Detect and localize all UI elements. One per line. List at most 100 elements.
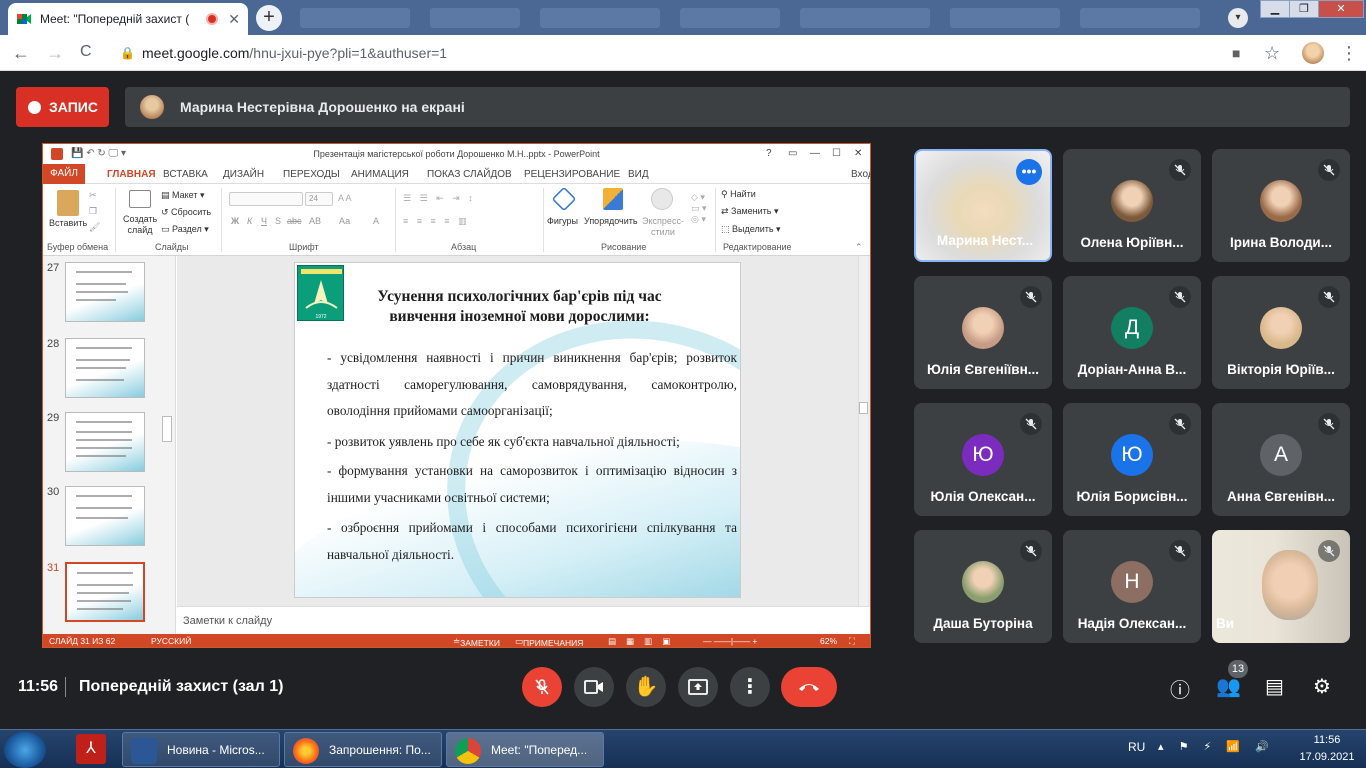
ppt-close-button[interactable]: ✕ [854,148,862,159]
slide-thumbnail-31[interactable] [65,562,145,622]
ppt-maximize-button[interactable]: ☐ [832,148,841,159]
paste-button[interactable]: Вставить [49,218,87,228]
participant-tile[interactable]: Ю Юлія Борисівн... [1063,403,1201,516]
bookmark-star-icon[interactable]: ☆ [1264,43,1280,64]
reload-icon[interactable]: C [80,43,92,61]
quick-styles-button[interactable]: Экспресс-стили [641,216,685,238]
ppt-tab-view[interactable]: ВИД [628,169,649,180]
font-grow-icon[interactable]: A A [338,193,352,203]
participant-tile[interactable]: Вікторія Юріїв... [1212,276,1350,389]
recording-button[interactable]: ЗАПИС [16,87,109,127]
ppt-login-link[interactable]: Вход [851,169,870,180]
ppt-tab-home[interactable]: ГЛАВНАЯ [107,169,156,180]
slide-thumbnail-29[interactable] [65,412,145,472]
current-slide[interactable]: 1972 Усунення психологічних бар'єрів під… [294,262,741,598]
participant-tile[interactable]: Олена Юріївн... [1063,149,1201,262]
end-call-button[interactable] [781,667,837,707]
camera-blocked-icon[interactable]: ■ [1232,45,1240,61]
thumbnail-scrollbar[interactable] [160,256,174,634]
taskbar-item-firefox[interactable]: Запрошення: По... [284,732,442,767]
paste-icon[interactable] [57,190,79,216]
ppt-minimize-button[interactable]: — [810,148,820,159]
raise-hand-button[interactable]: ✋ [626,667,666,707]
language-indicator[interactable]: RU [1128,740,1145,754]
chrome-menu-icon[interactable]: ⋮ [1340,43,1358,64]
ppt-ribbon-options-button[interactable]: ▭ [788,148,797,159]
font-size-select[interactable]: 24 [305,192,333,206]
participant-tile[interactable]: Н Надія Олексан... [1063,530,1201,643]
address-bar[interactable]: 🔒 meet.google.com/hnu-jxui-pye?pli=1&aut… [112,39,1292,67]
layout-button[interactable]: ▤ Макет ▾ [161,190,205,201]
slide-thumbnail-28[interactable] [65,338,145,398]
underline-button[interactable]: Ч [261,216,267,226]
fit-slide-icon[interactable]: ⛶ [849,636,855,647]
slide-scroll-thumb[interactable] [859,402,868,414]
shadow-button[interactable]: S [275,216,281,226]
cut-icon[interactable]: ✂ [89,190,97,201]
window-restore-button[interactable]: ❐ [1289,0,1319,18]
comments-toggle[interactable]: ▭ ПРИМЕЧАНИЯ [515,636,583,647]
participant-tile[interactable]: Д Доріан-Анна В... [1063,276,1201,389]
ppt-tab-file[interactable]: ФАЙЛ [43,164,85,184]
back-icon[interactable]: ← [12,43,30,64]
meeting-details-icon[interactable]: ⓘ [1170,674,1190,703]
arrange-button[interactable]: Упорядочить [584,216,638,226]
taskbar-item-word[interactable]: Новина - Micros... [122,732,280,767]
tab-close-icon[interactable]: ✕ [228,11,240,28]
ppt-tab-slideshow[interactable]: ПОКАЗ СЛАЙДОВ [427,169,512,180]
align-buttons-icon[interactable]: ≡ ≡ ≡ ≡ ▥ [403,216,470,227]
ppt-tab-insert[interactable]: ВСТАВКА [163,169,208,180]
copy-icon[interactable]: ❐ [89,206,97,217]
participant-tile[interactable]: Юлія Євгеніївн... [914,276,1052,389]
new-slide-icon[interactable] [129,190,151,208]
view-buttons-icon[interactable]: ▤▦▥▣ [608,636,680,647]
taskbar-item-chrome[interactable]: Meet: "Поперед... [446,732,604,767]
participant-tile[interactable]: Ю Юлія Олексан... [914,403,1052,516]
ppt-tab-design[interactable]: ДИЗАЙН [223,169,264,180]
more-options-button[interactable]: ⋮ [730,667,770,707]
font-name-select[interactable] [229,192,303,206]
window-minimize-button[interactable]: ▁ [1260,0,1290,18]
profile-avatar[interactable] [1302,42,1324,64]
activities-icon[interactable]: ⚙ [1313,674,1331,699]
slide-notes-field[interactable]: Заметки к слайду [177,606,870,634]
slide-thumbnail-27[interactable] [65,262,145,322]
italic-button[interactable]: К [247,216,252,226]
camera-button[interactable] [574,667,614,707]
start-button[interactable] [4,732,46,768]
font-color-button[interactable]: А [373,216,379,226]
list-buttons-icon[interactable]: ☰ ☰ ⇤ ⇥ ↕ [403,193,476,204]
arrange-icon[interactable] [603,188,623,210]
window-close-button[interactable]: ✕ [1318,0,1364,18]
bold-button[interactable]: Ж [231,216,239,226]
slide-thumbnail-30[interactable] [65,486,145,546]
participant-tile[interactable]: Ірина Володи... [1212,149,1350,262]
microphone-off-button[interactable] [522,667,562,707]
select-button[interactable]: ⬚ Выделить ▾ [721,224,781,235]
tile-more-options-icon[interactable]: ••• [1016,159,1042,185]
notes-toggle[interactable]: ≐ ЗАМЕТКИ [453,636,500,647]
chat-icon[interactable]: ▤ [1265,674,1284,699]
tray-icons[interactable]: ▴ ⚑ ⚡ 📶 🔊 [1158,740,1275,753]
quick-styles-icon[interactable] [651,188,673,210]
ppt-tab-review[interactable]: РЕЦЕНЗИРОВАНИЕ [524,169,620,180]
acrobat-icon[interactable]: ⅄ [76,734,106,764]
new-tab-button[interactable]: + [256,5,282,31]
change-case-button[interactable]: Аа [339,216,350,226]
new-slide-button[interactable]: Создать слайд [123,214,157,236]
present-screen-button[interactable] [678,667,718,707]
tab-search-icon[interactable]: ▾ [1228,8,1248,28]
collapse-ribbon-icon[interactable]: ⌃ [855,242,863,253]
participant-tile[interactable]: Даша Буторіна [914,530,1052,643]
section-button[interactable]: ▭ Раздел ▾ [161,224,209,235]
replace-button[interactable]: ⇄ Заменить ▾ [721,206,779,217]
participant-tile[interactable]: Ви [1212,530,1350,643]
format-painter-icon[interactable]: 🖌 [89,222,100,233]
participant-tile[interactable]: А Анна Євгенівн... [1212,403,1350,516]
forward-icon[interactable]: → [46,43,64,64]
shapes-icon[interactable] [551,186,577,212]
shape-fill-icon[interactable]: ◇ ▾ ▭ ▾ ◎ ▾ [691,192,707,225]
ppt-help-button[interactable]: ? [766,148,772,159]
char-spacing-button[interactable]: АВ [309,216,321,226]
participant-tile[interactable]: ••• Марина Нест... [914,149,1052,262]
